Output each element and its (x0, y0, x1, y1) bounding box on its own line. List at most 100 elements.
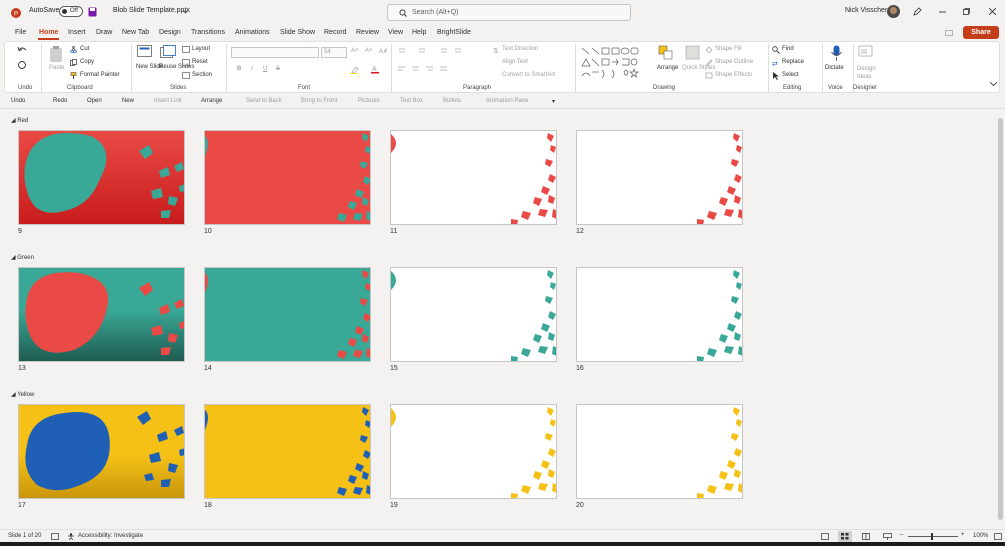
tab-slide-show[interactable]: Slide Show (280, 29, 315, 36)
shrink-font-button[interactable]: A˅ (365, 48, 373, 54)
strikethrough-button[interactable]: S (276, 66, 280, 72)
align-buttons-icon[interactable] (397, 66, 477, 74)
select-button[interactable]: Select (782, 72, 799, 78)
zoom-slider[interactable] (908, 536, 958, 537)
qat-customize-icon[interactable]: ▾ (552, 98, 555, 105)
slide-thumbnail[interactable] (576, 404, 743, 499)
slide-thumbnail[interactable] (390, 404, 557, 499)
slide-thumbnail[interactable] (390, 130, 557, 225)
qat-arrange-button[interactable]: Arrange (201, 98, 222, 104)
zoom-out-button[interactable]: – (900, 532, 903, 538)
slide-thumbnail[interactable] (390, 267, 557, 362)
normal-view-icon[interactable] (821, 533, 829, 540)
qat-pictures-button[interactable]: Pictures (358, 98, 380, 104)
search-input[interactable]: Search (Alt+Q) (387, 4, 631, 21)
bold-button[interactable]: B (237, 66, 241, 72)
cut-button[interactable]: Cut (80, 46, 89, 52)
section-button[interactable]: Section (192, 72, 212, 78)
file-name[interactable]: Blob Slide Template.pptx (113, 7, 190, 14)
shape-effects-button[interactable]: Shape Effects (715, 72, 752, 78)
avatar[interactable] (887, 5, 900, 18)
find-button[interactable]: Find (782, 46, 794, 52)
zoom-level[interactable]: 100% (973, 533, 988, 539)
qat-new-button[interactable]: New (122, 98, 134, 104)
scrollbar-thumb[interactable] (998, 118, 1003, 520)
zoom-in-button[interactable]: + (961, 532, 965, 538)
zoom-slider-thumb[interactable] (931, 533, 933, 540)
reset-button[interactable]: Reset (192, 59, 208, 65)
slide-sorter-view-button[interactable] (838, 531, 852, 542)
font-size-input[interactable]: 54 (321, 47, 347, 58)
tab-animations[interactable]: Animations (235, 29, 270, 36)
section-header-green[interactable]: ◢ Green (11, 254, 34, 261)
slide-thumbnail[interactable] (18, 267, 185, 362)
grow-font-button[interactable]: A˄ (351, 48, 359, 54)
qat-animation-pane-button[interactable]: Animation Pane (486, 98, 528, 104)
copy-button[interactable]: Copy (80, 59, 94, 65)
paste-button[interactable]: Paste (49, 65, 64, 71)
minimize-icon[interactable] (939, 11, 946, 13)
layout-button[interactable]: Layout (192, 46, 210, 52)
dictate-button[interactable]: Dictate (825, 65, 844, 71)
slide-thumbnail[interactable] (18, 404, 185, 499)
tab-home[interactable]: Home (39, 29, 58, 36)
save-icon[interactable] (88, 7, 97, 17)
tab-help[interactable]: Help (412, 29, 426, 36)
shape-outline-button[interactable]: Shape Outline (715, 59, 753, 65)
reuse-slides-icon[interactable] (160, 45, 176, 59)
shape-fill-button[interactable]: Shape Fill (715, 46, 742, 52)
highlight-icon[interactable] (350, 66, 360, 74)
tab-transitions[interactable]: Transitions (191, 29, 225, 36)
qat-open-button[interactable]: Open (87, 98, 102, 104)
spelling-icon[interactable] (51, 533, 59, 540)
align-text-button[interactable]: Align Text (502, 59, 528, 65)
slide-thumbnail[interactable] (576, 267, 743, 362)
replace-button[interactable]: Replace (782, 59, 804, 65)
qat-bring-to-front-button[interactable]: Bring to Front (301, 98, 337, 104)
italic-button[interactable]: I (251, 66, 253, 72)
slide-thumbnail[interactable] (18, 130, 185, 225)
font-color-icon[interactable]: A (371, 65, 380, 74)
tab-record[interactable]: Record (324, 29, 347, 36)
convert-smartart-button[interactable]: Convert to SmartArt (502, 72, 555, 78)
collapse-ribbon-icon[interactable] (990, 82, 997, 87)
tab-draw[interactable]: Draw (96, 29, 112, 36)
design-ideas-button[interactable]: Design Ideas (857, 65, 881, 81)
section-header-red[interactable]: ◢ Red (11, 117, 28, 124)
clear-formatting-button[interactable]: A✗ (379, 48, 388, 55)
qat-send-to-back-button[interactable]: Send to Back (246, 98, 282, 104)
tab-new-tab[interactable]: New Tab (122, 29, 149, 36)
tab-file[interactable]: File (15, 29, 26, 36)
text-direction-button[interactable]: Text Direction (502, 46, 538, 52)
new-slide-icon[interactable] (137, 45, 153, 59)
tab-insert[interactable]: Insert (68, 29, 86, 36)
shapes-gallery-icon[interactable] (580, 46, 650, 80)
qat-redo-button[interactable]: Redo (53, 98, 67, 104)
section-header-yellow[interactable]: ◢ Yellow (11, 391, 34, 398)
qat-insert-link-button[interactable]: Insert Link (154, 98, 182, 104)
comments-icon[interactable] (945, 30, 953, 37)
paste-icon[interactable] (49, 45, 65, 63)
reading-view-icon[interactable] (862, 533, 870, 540)
accessibility-status[interactable]: Accessibility: Investigate (78, 533, 143, 539)
qat-text-box-button[interactable]: Text Box (400, 98, 423, 104)
tab-review[interactable]: Review (356, 29, 379, 36)
share-button[interactable]: Share (963, 26, 999, 39)
arrange-button[interactable]: Arrange (657, 65, 678, 71)
slide-thumbnail[interactable] (204, 404, 371, 499)
underline-button[interactable]: U (263, 66, 267, 72)
restore-icon[interactable] (963, 8, 970, 15)
slide-thumbnail[interactable] (576, 130, 743, 225)
list-buttons-icon[interactable] (397, 47, 477, 55)
slide-thumbnail[interactable] (204, 130, 371, 225)
qat-bullets-button[interactable]: Bullets (443, 98, 461, 104)
slide-thumbnail[interactable] (204, 267, 371, 362)
redo-icon[interactable] (17, 60, 27, 69)
pen-icon[interactable] (913, 7, 922, 16)
tab-view[interactable]: View (388, 29, 403, 36)
font-name-input[interactable] (231, 47, 319, 58)
fit-to-window-icon[interactable] (994, 533, 1002, 540)
qat-undo-button[interactable]: Undo (11, 98, 25, 104)
autosave-toggle[interactable]: Off (59, 6, 83, 17)
format-painter-button[interactable]: Format Painter (80, 72, 120, 78)
